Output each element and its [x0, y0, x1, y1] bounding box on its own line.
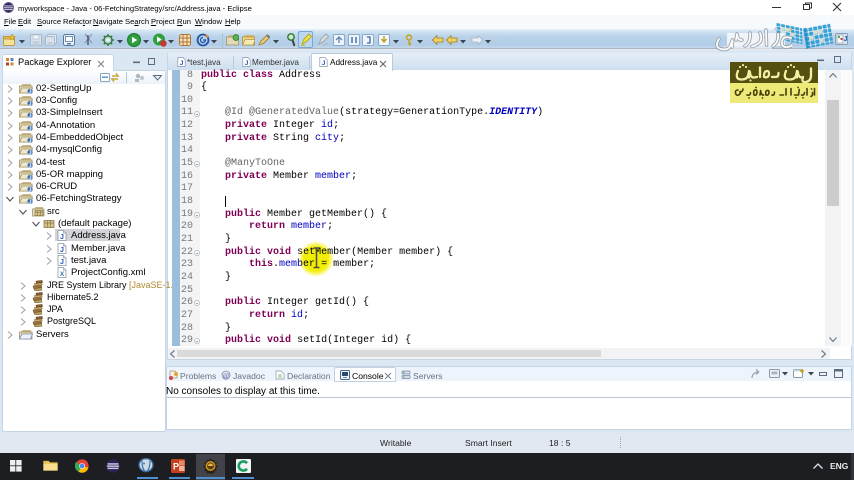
svg-text:J: J: [28, 163, 31, 168]
svg-text:J: J: [28, 126, 31, 131]
svg-text:J: J: [844, 36, 848, 43]
svg-text:J: J: [60, 247, 64, 254]
svg-text:P: P: [173, 462, 179, 472]
svg-text:J: J: [180, 60, 184, 67]
svg-text:J: J: [60, 259, 64, 266]
svg-text:@: @: [223, 372, 230, 380]
svg-text:J: J: [28, 89, 31, 94]
svg-text:X: X: [60, 271, 65, 278]
svg-text:J: J: [28, 101, 31, 106]
svg-text:J: J: [28, 175, 31, 180]
svg-text:J: J: [28, 114, 31, 119]
svg-text:J: J: [28, 151, 31, 156]
svg-text:J: J: [245, 60, 249, 67]
svg-text:J: J: [28, 187, 31, 192]
svg-text:J: J: [60, 234, 64, 241]
svg-text:J: J: [322, 60, 326, 67]
svg-text:J: J: [28, 200, 31, 205]
svg-text:J: J: [28, 138, 31, 143]
